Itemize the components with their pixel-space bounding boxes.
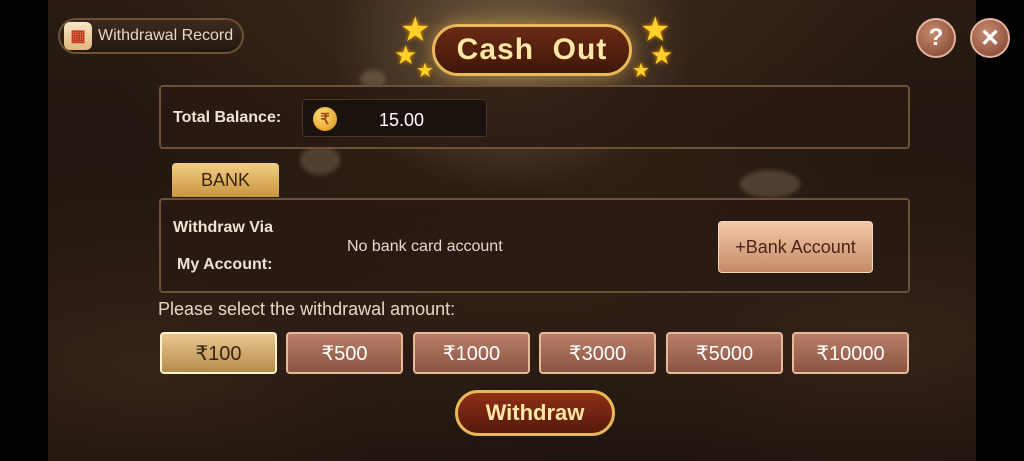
close-button[interactable]: ✕: [970, 18, 1010, 58]
star-icon: ★: [416, 60, 434, 82]
withdrawal-record-button[interactable]: ▦ Withdrawal Record: [58, 18, 244, 54]
star-icon: ★: [650, 40, 674, 70]
bokeh-light: [740, 170, 800, 198]
amount-option-3000[interactable]: ₹3000: [539, 332, 656, 374]
balance-panel: Total Balance: ₹ 15.00: [159, 85, 910, 149]
star-icon: ★: [632, 60, 650, 82]
withdraw-via-label: Withdraw Via: [173, 219, 274, 236]
balance-display: ₹ 15.00: [302, 99, 487, 137]
star-icon: ★: [394, 40, 418, 70]
page-title: Cash Out: [456, 33, 608, 66]
no-bank-card-text: No bank card account: [347, 238, 503, 255]
amount-option-1000[interactable]: ₹1000: [413, 332, 530, 374]
withdraw-button[interactable]: Withdraw: [455, 390, 615, 436]
rupee-coin-icon: ₹: [313, 107, 337, 131]
close-icon: ✕: [979, 24, 1001, 52]
withdrawal-record-label: Withdrawal Record: [98, 27, 234, 44]
my-account-label: My Account:: [177, 256, 273, 273]
amount-option-10000[interactable]: ₹10000: [792, 332, 909, 374]
left-edge-shade: [0, 0, 48, 461]
help-button[interactable]: ?: [916, 18, 956, 58]
total-balance-label: Total Balance:: [173, 109, 282, 126]
question-icon: ?: [928, 24, 944, 51]
amount-option-100[interactable]: ₹100: [160, 332, 277, 374]
page-title-banner: ★ ★ ★ ★ ★ ★ Cash Out: [392, 6, 678, 84]
amount-option-500[interactable]: ₹500: [286, 332, 403, 374]
bokeh-light: [300, 145, 340, 175]
balance-value: 15.00: [379, 110, 425, 130]
calendar-icon: ▦: [64, 22, 92, 50]
amount-option-5000[interactable]: ₹5000: [666, 332, 783, 374]
tab-bank[interactable]: BANK: [172, 163, 279, 197]
withdraw-method-panel: Withdraw Via My Account: No bank card ac…: [159, 198, 910, 293]
right-edge-shade: [976, 0, 1024, 461]
amount-prompt: Please select the withdrawal amount:: [158, 299, 456, 319]
add-bank-account-button[interactable]: +Bank Account: [718, 221, 873, 273]
title-plate: Cash Out: [432, 24, 632, 76]
